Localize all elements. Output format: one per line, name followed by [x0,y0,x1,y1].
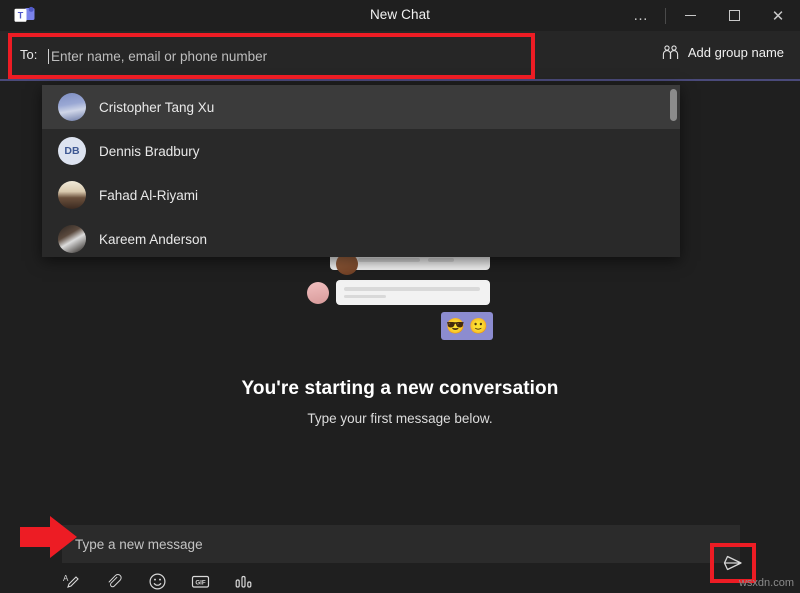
avatar: DB [58,137,86,165]
avatar-initials: DB [64,145,79,157]
emoji-sunglasses-icon: 😎 [446,319,465,334]
illustration-line [428,258,454,262]
close-button[interactable]: ✕ [756,0,800,31]
compose-toolbar: A GIF [62,569,253,593]
list-item[interactable]: Kareem Anderson [42,217,680,257]
empty-state: You're starting a new conversation Type … [0,378,800,426]
send-icon [722,553,744,573]
avatar [58,181,86,209]
to-input[interactable]: Enter name, email or phone number [48,39,518,73]
list-item[interactable]: Fahad Al-Riyami [42,173,680,217]
attach-icon[interactable] [105,572,124,591]
minimize-button[interactable] [668,0,712,31]
empty-state-title: You're starting a new conversation [0,378,800,400]
teams-new-chat-window: T New Chat … ✕ To: Enter name, email or … [0,0,800,593]
more-dots-icon: … [633,12,649,20]
to-label: To: [20,47,37,62]
watermark: wsxdn.com [739,577,794,589]
more-options-button[interactable]: … [619,0,663,31]
people-group-icon [662,45,679,60]
svg-text:A: A [63,574,69,583]
message-input-placeholder: Type a new message [75,537,203,552]
controls-divider [665,8,666,24]
message-input[interactable]: Type a new message [62,525,740,563]
list-item-label: Kareem Anderson [99,232,207,247]
list-item[interactable]: DB Dennis Bradbury [42,129,680,173]
svg-text:GIF: GIF [195,579,206,586]
compose-area: Type a new message A [0,519,800,593]
empty-state-subtitle: Type your first message below. [0,411,800,426]
emoji-icon[interactable] [148,572,167,591]
illustration-line [344,287,480,291]
format-icon[interactable]: A [62,572,81,591]
list-item-label: Dennis Bradbury [99,144,200,159]
illustration-bubble [336,280,490,305]
empty-state-illustration: 😎 🙂 [300,250,500,345]
close-icon: ✕ [772,7,785,25]
gif-icon[interactable]: GIF [191,572,210,591]
list-item-label: Cristopher Tang Xu [99,100,214,115]
add-group-name-label: Add group name [688,45,784,60]
dropdown-scrollbar[interactable] [670,89,677,121]
maximize-icon [729,10,740,21]
add-group-name-button[interactable]: Add group name [662,45,784,60]
minimize-icon [685,15,696,16]
recipients-bar: To: Enter name, email or phone number Ad… [0,31,800,81]
illustration-line [358,258,420,262]
illustration-line [344,295,386,298]
list-item-label: Fahad Al-Riyami [99,188,198,203]
illustration-reactions: 😎 🙂 [441,312,493,340]
emoji-smile-icon: 🙂 [469,319,488,334]
list-item[interactable]: Cristopher Tang Xu [42,85,680,129]
send-button[interactable] [718,549,748,577]
recipient-suggestions-dropdown[interactable]: Cristopher Tang Xu DB Dennis Bradbury Fa… [42,85,680,257]
avatar [58,93,86,121]
title-bar: T New Chat … ✕ [0,0,800,31]
pointer-arrow-annotation [20,515,78,559]
window-controls: … ✕ [619,0,800,31]
maximize-button[interactable] [712,0,756,31]
poll-icon[interactable] [234,572,253,591]
avatar [58,225,86,253]
text-caret [48,49,49,64]
illustration-avatar [307,282,329,304]
to-input-placeholder: Enter name, email or phone number [51,49,267,64]
